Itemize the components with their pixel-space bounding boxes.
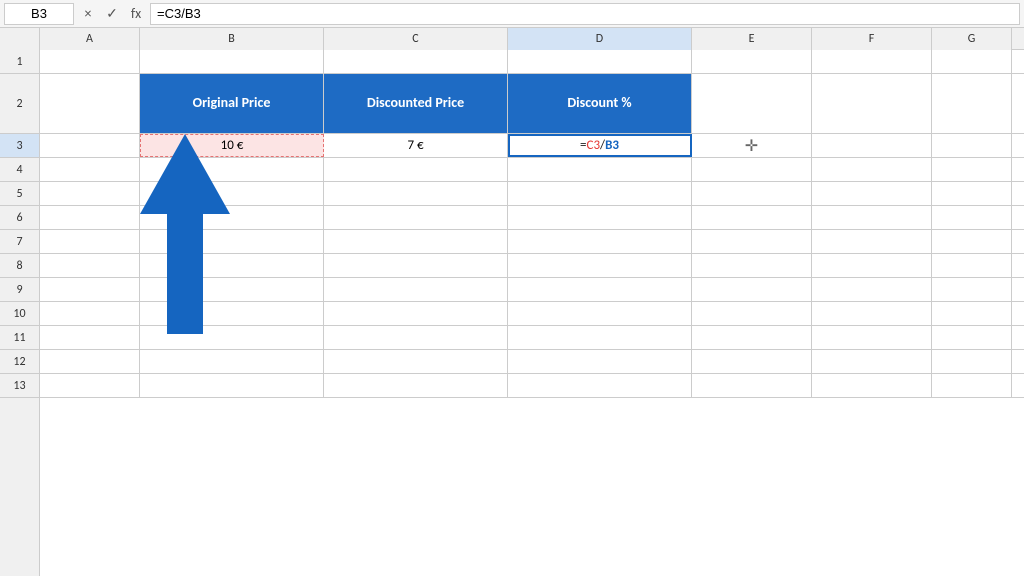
row-2: Original Price Discounted Price Discount… — [40, 74, 1024, 134]
col-header-d[interactable]: D — [508, 28, 692, 50]
row-13 — [40, 374, 1024, 398]
cancel-formula-button[interactable]: × — [78, 4, 98, 24]
cell-e4[interactable] — [692, 158, 812, 181]
row-headers: 1 2 3 4 5 6 7 8 9 10 11 12 13 — [0, 50, 40, 576]
row-9 — [40, 278, 1024, 302]
row-header-8[interactable]: 8 — [0, 254, 39, 278]
row-1 — [40, 50, 1024, 74]
corner-cell — [0, 28, 40, 50]
cell-a3[interactable] — [40, 134, 140, 157]
row-5 — [40, 182, 1024, 206]
cell-g1[interactable] — [932, 50, 1012, 73]
cell-reference-box[interactable]: B3 — [4, 3, 74, 25]
spreadsheet: A B C D E F G 1 2 3 4 5 6 7 8 9 10 11 12… — [0, 28, 1024, 576]
row-header-4[interactable]: 4 — [0, 158, 39, 182]
row-12 — [40, 350, 1024, 374]
cell-f3[interactable] — [812, 134, 932, 157]
cell-c3[interactable]: 7 € — [324, 134, 508, 157]
row-6 — [40, 206, 1024, 230]
cell-e1[interactable] — [692, 50, 812, 73]
col-header-a[interactable]: A — [40, 28, 140, 50]
cell-g3[interactable] — [932, 134, 1012, 157]
row-header-7[interactable]: 7 — [0, 230, 39, 254]
row-header-1[interactable]: 1 — [0, 50, 39, 74]
row-7 — [40, 230, 1024, 254]
cell-c1[interactable] — [324, 50, 508, 73]
row-header-12[interactable]: 12 — [0, 350, 39, 374]
confirm-formula-button[interactable]: ✓ — [102, 4, 122, 24]
row-header-3[interactable]: 3 — [0, 134, 39, 158]
formula-display: =C3/B3 — [580, 138, 619, 153]
grid-columns: Original Price Discounted Price Discount… — [40, 50, 1024, 576]
cell-a1[interactable] — [40, 50, 140, 73]
row-10 — [40, 302, 1024, 326]
cell-d4[interactable] — [508, 158, 692, 181]
cell-b4[interactable] — [140, 158, 324, 181]
row-11 — [40, 326, 1024, 350]
cell-f4[interactable] — [812, 158, 932, 181]
formula-bar: B3 × ✓ fx — [0, 0, 1024, 28]
row-8 — [40, 254, 1024, 278]
cell-b1[interactable] — [140, 50, 324, 73]
col-header-b[interactable]: B — [140, 28, 324, 50]
fx-icon[interactable]: fx — [126, 4, 146, 24]
cell-b3[interactable]: 10 € — [140, 134, 324, 157]
cell-a2[interactable] — [40, 74, 140, 133]
formula-c-ref: C3 — [587, 138, 601, 153]
cell-f2[interactable] — [812, 74, 932, 133]
row-3: 10 € 7 € =C3/B3 ✛ — [40, 134, 1024, 158]
column-headers: A B C D E F G — [0, 28, 1024, 50]
col-header-g[interactable]: G — [932, 28, 1012, 50]
row-header-2[interactable]: 2 — [0, 74, 39, 134]
cell-d3[interactable]: =C3/B3 — [508, 134, 692, 157]
col-header-f[interactable]: F — [812, 28, 932, 50]
row-header-6[interactable]: 6 — [0, 206, 39, 230]
row-header-13[interactable]: 13 — [0, 374, 39, 398]
cell-f1[interactable] — [812, 50, 932, 73]
plus-cursor-icon: ✛ — [745, 136, 758, 156]
row-header-5[interactable]: 5 — [0, 182, 39, 206]
cell-c4[interactable] — [324, 158, 508, 181]
grid-body: 1 2 3 4 5 6 7 8 9 10 11 12 13 — [0, 50, 1024, 576]
col-header-c[interactable]: C — [324, 28, 508, 50]
formula-input[interactable] — [150, 3, 1020, 25]
formula-b-ref: B3 — [605, 138, 619, 153]
row-header-9[interactable]: 9 — [0, 278, 39, 302]
cell-d1[interactable] — [508, 50, 692, 73]
cell-g4[interactable] — [932, 158, 1012, 181]
col-header-e[interactable]: E — [692, 28, 812, 50]
row-header-11[interactable]: 11 — [0, 326, 39, 350]
cell-b2-header[interactable]: Original Price — [140, 74, 324, 133]
cell-a4[interactable] — [40, 158, 140, 181]
cell-c2-header[interactable]: Discounted Price — [324, 74, 508, 133]
row-4 — [40, 158, 1024, 182]
cell-g2[interactable] — [932, 74, 1012, 133]
cell-d2-header[interactable]: Discount % — [508, 74, 692, 133]
row-header-10[interactable]: 10 — [0, 302, 39, 326]
cell-e2[interactable] — [692, 74, 812, 133]
cell-e3[interactable]: ✛ — [692, 134, 812, 157]
